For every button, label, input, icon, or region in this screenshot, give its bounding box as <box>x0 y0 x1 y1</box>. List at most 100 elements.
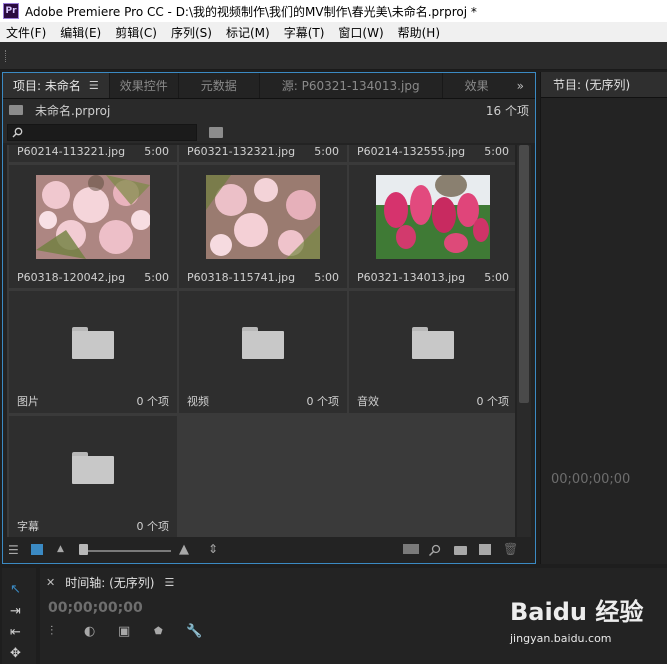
automate-to-sequence-icon[interactable] <box>403 544 419 554</box>
program-timecode[interactable]: 00;00;00;00 <box>551 472 630 487</box>
zoom-out-icon[interactable]: ▲ <box>57 544 64 554</box>
search-row <box>3 121 535 143</box>
media-item[interactable]: P60318-115741.jpg 5:00 <box>179 165 347 288</box>
media-item-name: P60318-115741.jpg <box>187 271 296 284</box>
bin-count: 0 个项 <box>306 395 340 408</box>
media-item-name: P60318-120042.jpg <box>17 271 126 284</box>
menu-bar: 文件(F) 编辑(E) 剪辑(C) 序列(S) 标记(M) 字幕(T) 窗口(W… <box>0 22 667 42</box>
tools-panel: ↖ ⇥ ⇤ ✥ <box>2 568 36 664</box>
media-item-name: P60214-132555.jpg <box>357 145 466 158</box>
media-item[interactable]: P60321-134013.jpg 5:00 <box>349 165 515 288</box>
panel-menu-icon[interactable]: ☰ <box>164 576 174 589</box>
snap-icon[interactable]: ⫶ <box>50 624 53 639</box>
tab-effects[interactable]: 效果 <box>443 73 511 98</box>
media-item[interactable]: P60318-120042.jpg 5:00 <box>9 165 177 288</box>
blossom-thumbnail <box>36 175 150 259</box>
timeline-timecode[interactable]: 00;00;00;00 <box>48 600 143 616</box>
menu-marker[interactable]: 标记(M) <box>226 24 270 41</box>
folder-icon <box>72 327 114 359</box>
track-select-tool-icon[interactable]: ⇥ <box>10 604 21 619</box>
list-view-icon[interactable]: ☰ <box>8 543 19 557</box>
tab-metadata[interactable]: 元数据 <box>179 73 260 98</box>
blossom-thumbnail <box>206 175 320 259</box>
media-item[interactable]: P60321-132321.jpg 5:00 <box>179 145 347 162</box>
icon-view-icon[interactable] <box>31 544 43 555</box>
menu-sequence[interactable]: 序列(S) <box>171 24 212 41</box>
media-item-duration: 5:00 <box>484 145 509 158</box>
media-item-duration: 5:00 <box>144 145 169 158</box>
bin-name: 字幕 <box>17 520 39 533</box>
media-grid: P60214-113221.jpg 5:00 P60321-132321.jpg… <box>7 145 515 537</box>
bin-up-icon[interactable] <box>9 105 23 115</box>
tab-source[interactable]: 源: P60321-134013.jpg <box>260 73 443 98</box>
search-box <box>7 123 197 141</box>
sort-icon[interactable]: ⇕ <box>208 542 218 556</box>
program-monitor-panel: 节目: (无序列) 00;00;00;00 <box>540 72 667 564</box>
rolling-edit-tool-icon[interactable]: ✥ <box>10 646 21 661</box>
menu-clip[interactable]: 剪辑(C) <box>115 24 157 41</box>
tab-project-label: 项目: 未命名 <box>13 79 81 93</box>
project-info-row: 未命名.prproj 16 个项 <box>3 99 535 121</box>
find-icon[interactable] <box>428 544 441 557</box>
window-title: Adobe Premiere Pro CC - D:\我的视频制作\我们的MV制… <box>25 4 477 19</box>
drag-grip-icon[interactable] <box>5 50 7 62</box>
search-input[interactable] <box>27 125 187 139</box>
new-bin-icon[interactable] <box>454 546 467 555</box>
close-icon[interactable]: ✕ <box>46 576 55 589</box>
tab-effect-controls[interactable]: 效果控件 <box>110 73 179 98</box>
folder-icon <box>242 327 284 359</box>
search-icon <box>12 127 23 137</box>
baidu-watermark: Baidu 经验 jingyan.baidu.com <box>480 590 665 660</box>
selection-tool-icon[interactable]: ↖ <box>10 582 21 597</box>
media-item-name: P60321-134013.jpg <box>357 271 466 284</box>
zoom-in-icon[interactable]: ▲ <box>179 542 189 557</box>
media-item[interactable]: P60214-113221.jpg 5:00 <box>9 145 177 162</box>
wrench-icon[interactable]: 🔧 <box>186 624 202 639</box>
folder-icon <box>72 452 114 484</box>
watermark-url: jingyan.baidu.com <box>510 632 612 645</box>
panel-menu-icon[interactable]: ☰ <box>89 79 99 92</box>
more-tabs-icon[interactable]: » <box>511 73 530 98</box>
grid-scrollbar-thumb[interactable] <box>519 145 529 403</box>
menu-title[interactable]: 字幕(T) <box>284 24 325 41</box>
new-item-icon[interactable] <box>479 544 491 555</box>
find-bin-icon[interactable] <box>209 126 223 138</box>
slider-knob[interactable] <box>79 544 88 555</box>
media-item-duration: 5:00 <box>314 271 339 284</box>
thumbnail-size-slider[interactable] <box>83 550 171 552</box>
linked-selection-icon[interactable]: ◐ <box>84 624 95 639</box>
media-item[interactable]: P60214-132555.jpg 5:00 <box>349 145 515 162</box>
timeline-tab[interactable]: ✕ 时间轴: (无序列) ☰ <box>46 574 174 591</box>
bin-item[interactable]: 字幕 0 个项 <box>9 416 177 537</box>
bin-name: 音效 <box>357 395 379 408</box>
menu-file[interactable]: 文件(F) <box>6 24 46 41</box>
tab-program-label: 节目: (无序列) <box>553 78 631 92</box>
menu-edit[interactable]: 编辑(E) <box>60 24 101 41</box>
marker-icon[interactable]: ⬟ <box>154 626 163 637</box>
tab-metadata-label: 元数据 <box>200 79 237 93</box>
project-tabs: 项目: 未命名 ☰ 效果控件 元数据 源: P60321-134013.jpg … <box>3 73 535 99</box>
project-panel: 项目: 未命名 ☰ 效果控件 元数据 源: P60321-134013.jpg … <box>2 72 536 564</box>
bin-name: 图片 <box>17 395 39 408</box>
media-item-duration: 5:00 <box>484 271 509 284</box>
project-bottom-bar: ☰ ▲ ▲ ⇕ 🗑 <box>3 539 535 563</box>
premiere-logo-icon: Pr <box>3 3 19 19</box>
delete-icon[interactable]: 🗑 <box>503 542 518 556</box>
ripple-edit-tool-icon[interactable]: ⇤ <box>10 625 21 640</box>
snapdragon-thumbnail <box>376 175 490 259</box>
tab-program[interactable]: 节目: (无序列) <box>541 72 667 98</box>
media-item-name: P60214-113221.jpg <box>17 145 126 158</box>
bin-count: 0 个项 <box>476 395 510 408</box>
media-item-name: P60321-132321.jpg <box>187 145 296 158</box>
title-bar: Pr Adobe Premiere Pro CC - D:\我的视频制作\我们的… <box>0 0 667 22</box>
add-marker-icon[interactable]: ▣ <box>118 624 130 639</box>
media-item-duration: 5:00 <box>144 271 169 284</box>
tab-project[interactable]: 项目: 未命名 ☰ <box>3 73 110 98</box>
bin-count: 0 个项 <box>136 395 170 408</box>
project-filename: 未命名.prproj <box>35 103 111 118</box>
bin-item[interactable]: 视频 0 个项 <box>179 291 347 413</box>
bin-item[interactable]: 图片 0 个项 <box>9 291 177 413</box>
menu-window[interactable]: 窗口(W) <box>338 24 383 41</box>
bin-item[interactable]: 音效 0 个项 <box>349 291 515 413</box>
menu-help[interactable]: 帮助(H) <box>398 24 440 41</box>
